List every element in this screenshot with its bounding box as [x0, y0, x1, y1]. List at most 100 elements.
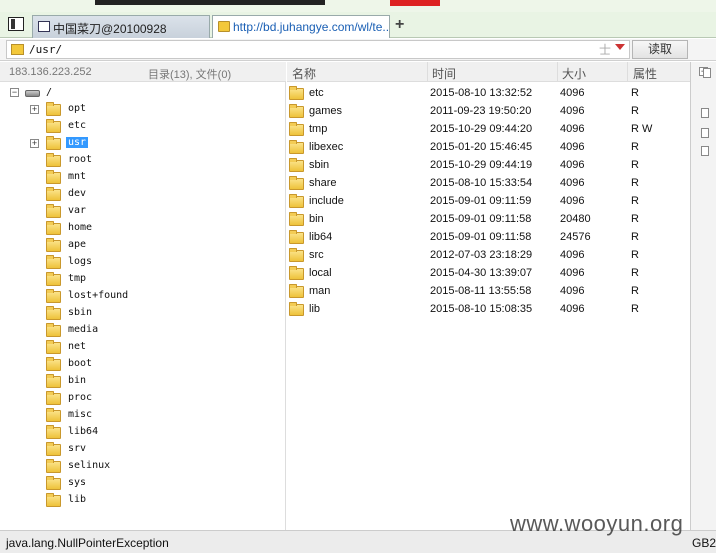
column-name[interactable]: 名称: [292, 65, 316, 82]
server-ip: 183.136.223.252: [9, 66, 92, 78]
tree-item-label: logs: [68, 256, 93, 267]
tab-label: 中国菜刀@20100928: [53, 22, 167, 36]
file-name: etc: [309, 87, 324, 99]
folder-icon: [46, 289, 61, 303]
file-size: 24576: [560, 231, 591, 243]
tree-item-label: proc: [68, 392, 93, 403]
file-time: 2015-01-20 15:46:45: [430, 141, 533, 153]
top-strip-dark-bar: [95, 0, 325, 5]
folder-icon: [46, 374, 61, 388]
tree-item-label: sbin: [68, 307, 93, 318]
tree-item-label: ape: [68, 239, 87, 250]
tree-item-label: net: [68, 341, 87, 352]
encoding-indicator[interactable]: GB2: [692, 536, 716, 550]
file-row[interactable]: lib64 2015-09-01 09:11:58 24576 R: [287, 229, 690, 247]
file-attr: R: [631, 105, 639, 117]
folder-icon: [46, 238, 61, 252]
folder-icon: [289, 140, 304, 154]
file-name: lib64: [309, 231, 333, 243]
chevron-down-icon[interactable]: [615, 44, 625, 50]
file-attr: R: [631, 87, 639, 99]
read-button[interactable]: 读取: [632, 40, 688, 59]
path-value: /usr/: [29, 43, 63, 56]
file-row[interactable]: man 2015-08-11 13:55:58 4096 R: [287, 283, 690, 301]
expand-icon[interactable]: +: [30, 139, 39, 148]
right-pane: −: [690, 62, 716, 530]
expand-icon[interactable]: +: [30, 105, 39, 114]
column-separator[interactable]: [627, 62, 628, 82]
file-row[interactable]: include 2015-09-01 09:11:59 4096 R: [287, 193, 690, 211]
folder-icon: [46, 476, 61, 490]
file-row[interactable]: share 2015-08-10 15:33:54 4096 R: [287, 175, 690, 193]
file-attr: R: [631, 195, 639, 207]
file-row[interactable]: bin 2015-09-01 09:11:58 20480 R: [287, 211, 690, 229]
path-input[interactable]: /usr/ 士: [6, 40, 630, 59]
address-bar: /usr/ 士 读取: [0, 39, 716, 61]
folder-icon: [289, 302, 304, 316]
new-tab-button[interactable]: +: [395, 16, 404, 34]
tree-item-label: tmp: [68, 273, 87, 284]
tree-item-label: etc: [68, 120, 87, 131]
file-row[interactable]: src 2012-07-03 23:18:29 4096 R: [287, 247, 690, 265]
file-row[interactable]: etc 2015-08-10 13:32:52 4096 R: [287, 85, 690, 103]
panel-toggle-icon[interactable]: [8, 17, 24, 31]
tree-item-label: lib: [68, 494, 87, 505]
column-time[interactable]: 时间: [432, 65, 456, 82]
file-attr: R: [631, 177, 639, 189]
folder-icon: [46, 493, 61, 507]
folder-icon: [289, 230, 304, 244]
collapse-icon[interactable]: −: [10, 88, 19, 97]
item-counts: 目录(13), 文件(0): [148, 69, 232, 81]
tree-item-label: home: [68, 222, 93, 233]
folder-icon: [46, 357, 61, 371]
file-list: etc 2015-08-10 13:32:52 4096 Rgames 2011-09-…: [287, 82, 690, 530]
file-name: man: [309, 285, 331, 297]
folder-icon: [289, 212, 304, 226]
column-size[interactable]: 大小: [562, 65, 586, 82]
file-time: 2011-09-23 19:50:20: [430, 105, 532, 117]
tree-item-label: dev: [68, 188, 87, 199]
file-attr: R: [631, 267, 639, 279]
folder-icon: [46, 306, 61, 320]
file-size: 4096: [560, 105, 585, 117]
window-icon: [38, 21, 50, 32]
file-time: 2015-08-11 13:55:58: [430, 285, 532, 297]
tree-item-label: usr: [66, 137, 89, 148]
file-size: 4096: [560, 87, 585, 99]
folder-icon: [46, 442, 61, 456]
file-size: 4096: [560, 285, 585, 297]
tree-item-label: root: [68, 154, 93, 165]
file-name: src: [309, 249, 324, 261]
folder-icon: [46, 102, 61, 116]
column-separator[interactable]: [557, 62, 558, 82]
file-size: 4096: [560, 249, 585, 261]
column-attr[interactable]: 属性: [633, 65, 657, 82]
folder-icon: [46, 340, 61, 354]
tree-item-label: var: [68, 205, 87, 216]
file-name: tmp: [309, 123, 328, 135]
folder-icon: [289, 284, 304, 298]
top-strip: [0, 0, 716, 12]
file-size: 4096: [560, 267, 585, 279]
tab-site[interactable]: http://bd.juhangye.com/wl/te...: [212, 15, 390, 38]
file-row[interactable]: games 2011-09-23 19:50:20 4096 R: [287, 103, 690, 121]
file-row[interactable]: lib 2015-08-10 15:08:35 4096 R: [287, 301, 690, 319]
column-separator[interactable]: [427, 62, 428, 82]
pane-box-icon: [701, 146, 709, 156]
file-attr: R: [631, 249, 639, 261]
file-time: 2015-09-01 09:11:59: [430, 195, 532, 207]
file-row[interactable]: local 2015-04-30 13:39:07 4096 R: [287, 265, 690, 283]
file-size: 4096: [560, 141, 585, 153]
folder-icon: [46, 459, 61, 473]
file-time: 2015-10-29 09:44:19: [430, 159, 533, 171]
file-row[interactable]: sbin 2015-10-29 09:44:19 4096 R: [287, 157, 690, 175]
folder-icon: [289, 86, 304, 100]
file-row[interactable]: tmp 2015-10-29 09:44:20 4096 R W: [287, 121, 690, 139]
file-time: 2015-09-01 09:11:58: [430, 213, 532, 225]
tab-caidao[interactable]: 中国菜刀@20100928: [32, 15, 210, 38]
folder-icon: [46, 136, 61, 150]
top-strip-red-mark: [390, 0, 440, 6]
file-row[interactable]: libexec 2015-01-20 15:46:45 4096 R: [287, 139, 690, 157]
folder-icon: [46, 119, 61, 133]
status-message: java.lang.NullPointerException: [6, 536, 169, 550]
